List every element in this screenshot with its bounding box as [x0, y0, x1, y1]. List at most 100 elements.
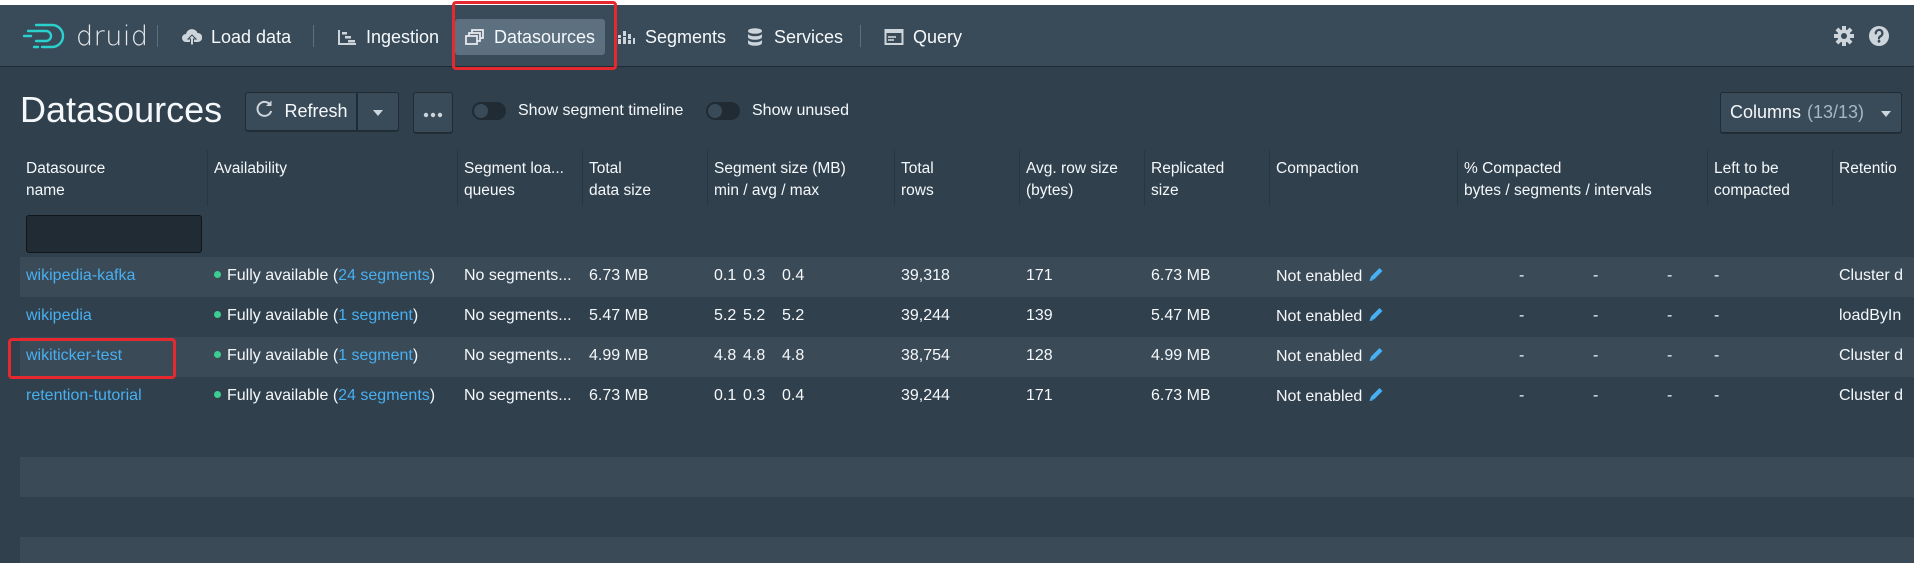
- settings-gear-icon[interactable]: [1833, 25, 1855, 47]
- left-to-compact-cell: -: [1714, 347, 1720, 364]
- column-resizer[interactable]: [1019, 150, 1020, 206]
- column-resizer[interactable]: [1832, 150, 1833, 206]
- total-rows-cell: 39,244: [901, 307, 950, 324]
- nav-load-data[interactable]: Load data: [172, 19, 301, 55]
- column-resizer[interactable]: [1707, 150, 1708, 206]
- retention-cell[interactable]: loadByIn: [1839, 307, 1901, 325]
- edit-pencil-icon[interactable]: [1367, 348, 1385, 365]
- page-title: Datasources: [20, 89, 223, 130]
- availability-cell: Fully available (24 segments): [214, 267, 435, 285]
- column-resizer[interactable]: [1144, 150, 1145, 206]
- empty-table-row: [20, 417, 1914, 457]
- datasource-name-link[interactable]: wikipedia-kafka: [26, 267, 135, 285]
- druid-logo[interactable]: druid: [22, 19, 149, 53]
- col-header-datasource[interactable]: Datasource name: [26, 158, 105, 202]
- stacked-chart-icon: [616, 27, 636, 47]
- cloud-upload-icon: [182, 27, 202, 47]
- columns-picker-button[interactable]: Columns (13/13): [1720, 92, 1902, 133]
- show-segment-timeline-switch[interactable]: Show segment timeline: [472, 100, 683, 122]
- column-resizer[interactable]: [894, 150, 895, 206]
- top-navbar: druid Load data Ingestion Datasources Se…: [0, 5, 1914, 67]
- compaction-cell[interactable]: Not enabled: [1276, 267, 1385, 286]
- column-resizer[interactable]: [1269, 150, 1270, 206]
- edit-pencil-icon[interactable]: [1367, 308, 1385, 325]
- nav-ingestion[interactable]: Ingestion: [327, 19, 449, 55]
- database-icon: [745, 27, 765, 47]
- datasource-name-link[interactable]: wikipedia: [26, 307, 92, 325]
- col-header-avg-row-size[interactable]: Avg. row size (bytes): [1026, 158, 1118, 202]
- column-resizer[interactable]: [1457, 150, 1458, 206]
- compaction-cell[interactable]: Not enabled: [1276, 307, 1385, 326]
- segment-avg-cell: 4.8: [743, 347, 766, 364]
- col-header-total-rows[interactable]: Total rows: [901, 158, 934, 202]
- edit-pencil-icon[interactable]: [1367, 388, 1385, 405]
- col-header-left-to-be-compacted[interactable]: Left to be compacted: [1714, 158, 1790, 202]
- column-resizer[interactable]: [207, 150, 208, 206]
- refresh-button-group: Refresh: [245, 92, 399, 131]
- druid-console: druid Load data Ingestion Datasources Se…: [0, 5, 1914, 563]
- nav-services[interactable]: Services: [735, 19, 853, 55]
- help-icon[interactable]: [1868, 25, 1890, 47]
- switch-label: Show segment timeline: [518, 102, 684, 119]
- refresh-options-button[interactable]: [357, 92, 399, 131]
- refresh-button[interactable]: Refresh: [245, 92, 357, 131]
- datasource-name-link[interactable]: retention-tutorial: [26, 387, 142, 405]
- queues-cell: No segments...: [464, 387, 572, 404]
- segment-min-cell: 4.8: [714, 347, 737, 364]
- col-header-availability[interactable]: Availability: [214, 158, 287, 180]
- nav-datasources[interactable]: Datasources: [455, 19, 606, 55]
- refresh-label: Refresh: [284, 101, 348, 121]
- col-header-segment-load-queues[interactable]: Segment loa... queues: [464, 158, 564, 202]
- table-row: wikiticker-test Fully available (1 segme…: [20, 337, 1914, 377]
- queues-cell: No segments...: [464, 267, 572, 284]
- segment-max-cell: 0.4: [782, 387, 805, 404]
- edit-pencil-icon[interactable]: [1367, 268, 1385, 285]
- nav-query[interactable]: Query: [874, 19, 972, 55]
- empty-table-row: [20, 457, 1914, 497]
- segments-link[interactable]: 1 segment: [338, 347, 413, 364]
- segments-link[interactable]: 24 segments: [338, 267, 430, 284]
- column-resizer[interactable]: [707, 150, 708, 206]
- availability-cell: Fully available (1 segment): [214, 307, 418, 325]
- queues-cell: No segments...: [464, 347, 572, 364]
- datasource-name-link[interactable]: wikiticker-test: [26, 347, 122, 365]
- compaction-cell[interactable]: Not enabled: [1276, 347, 1385, 366]
- compacted-bytes-cell: -: [1519, 387, 1525, 404]
- compacted-intervals-cell: -: [1667, 387, 1673, 404]
- segments-link[interactable]: 24 segments: [338, 387, 430, 404]
- col-header-retention[interactable]: Retentio: [1839, 158, 1897, 180]
- retention-cell[interactable]: Cluster d: [1839, 347, 1903, 365]
- segments-link[interactable]: 1 segment: [338, 307, 413, 324]
- compacted-segments-cell: -: [1593, 347, 1599, 364]
- filter-row: [20, 207, 1914, 257]
- col-header-segment-size[interactable]: Segment size (MB) min / avg / max: [714, 158, 846, 202]
- switch-track: [472, 102, 506, 120]
- empty-table-row: [20, 537, 1914, 563]
- retention-cell[interactable]: Cluster d: [1839, 387, 1903, 405]
- column-resizer[interactable]: [457, 150, 458, 206]
- compaction-cell[interactable]: Not enabled: [1276, 387, 1385, 406]
- left-to-compact-cell: -: [1714, 307, 1720, 324]
- retention-cell[interactable]: Cluster d: [1839, 267, 1903, 285]
- compacted-intervals-cell: -: [1667, 307, 1673, 324]
- availability-cell: Fully available (24 segments): [214, 387, 435, 405]
- col-header-total-data-size[interactable]: Total data size: [589, 158, 651, 202]
- total-size-cell: 6.73 MB: [589, 267, 649, 284]
- compacted-segments-cell: -: [1593, 267, 1599, 284]
- total-rows-cell: 39,318: [901, 267, 950, 284]
- show-unused-switch[interactable]: Show unused: [706, 100, 849, 122]
- nav-segments[interactable]: Segments: [606, 19, 736, 55]
- total-size-cell: 5.47 MB: [589, 307, 649, 324]
- segment-avg-cell: 5.2: [743, 307, 766, 324]
- nav-label: Datasources: [494, 26, 596, 47]
- col-header-replicated-size[interactable]: Replicated size: [1151, 158, 1224, 202]
- more-options-button[interactable]: [413, 92, 453, 133]
- col-header-percent-compacted[interactable]: % Compacted bytes / segments / intervals: [1464, 158, 1652, 202]
- nav-label: Segments: [645, 26, 727, 47]
- col-header-compaction[interactable]: Compaction: [1276, 158, 1359, 180]
- total-size-cell: 4.99 MB: [589, 347, 649, 364]
- column-resizer[interactable]: [582, 150, 583, 206]
- datasource-name-filter-input[interactable]: [26, 215, 202, 253]
- columns-count: (13/13): [1806, 102, 1865, 122]
- table-row: wikipedia-kafka Fully available (24 segm…: [20, 257, 1914, 297]
